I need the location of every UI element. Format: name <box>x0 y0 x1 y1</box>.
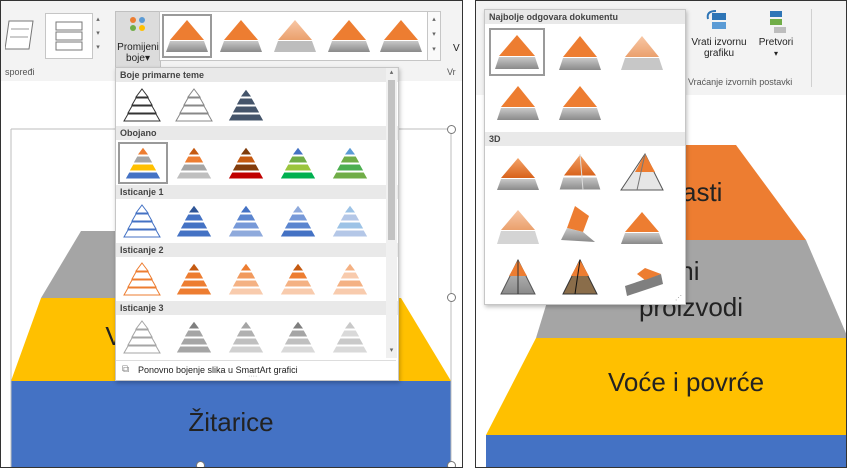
recolor-pictures-icon: ⧉ <box>122 364 130 375</box>
tier-label-orange: asti <box>682 177 723 207</box>
layout-thumb-1[interactable] <box>4 15 35 55</box>
layout-thumb-2[interactable] <box>45 13 93 59</box>
group-label-right: Vr <box>447 67 456 77</box>
style-option[interactable] <box>553 30 607 76</box>
style-thumb[interactable] <box>376 14 426 58</box>
style-thumb[interactable] <box>270 14 320 58</box>
selection-handle[interactable] <box>447 125 456 134</box>
color-option[interactable] <box>120 259 164 299</box>
reset-graphic-button[interactable]: Vrati izvornu grafiku <box>688 9 750 63</box>
color-option[interactable] <box>172 143 216 183</box>
convert-label: Pretvori ▾ <box>758 37 794 58</box>
color-option[interactable] <box>328 317 372 357</box>
scroll-down-arrow[interactable]: ▾ <box>386 346 397 356</box>
tier-label-blue: Žitarice <box>188 407 274 437</box>
color-option[interactable] <box>172 85 216 125</box>
color-option[interactable] <box>276 201 320 241</box>
style-thumb[interactable] <box>324 14 374 58</box>
chevron-down-icon: ▾ <box>144 53 150 64</box>
right-screenshot-panel: Vrati izvornu grafiku Pretvori ▾ Vraćanj… <box>475 0 847 468</box>
color-option[interactable] <box>276 259 320 299</box>
color-option[interactable] <box>224 143 268 183</box>
layout-gallery-scroll[interactable]: ▴ ▾ ▾ <box>93 13 103 57</box>
style-option[interactable] <box>615 256 669 302</box>
change-colors-button[interactable]: Promijeni boje▾ <box>115 11 161 69</box>
color-option[interactable] <box>172 259 216 299</box>
style-thumb[interactable] <box>162 14 212 58</box>
style-option[interactable] <box>553 80 607 126</box>
ribbon-cut-text: V <box>453 43 460 54</box>
style-option[interactable] <box>553 150 607 196</box>
ribbon-group-divider <box>811 9 812 87</box>
reset-graphic-icon <box>706 10 726 29</box>
group-label-layouts: spoređi <box>5 67 35 77</box>
style-option[interactable] <box>491 80 545 126</box>
selection-handle[interactable] <box>196 461 205 467</box>
section-header: Isticanje 2 <box>116 243 398 257</box>
selection-handle[interactable] <box>447 461 456 467</box>
convert-button[interactable]: Pretvori ▾ <box>752 9 800 63</box>
color-option[interactable] <box>120 85 164 125</box>
color-option[interactable] <box>276 143 320 183</box>
section-header: Najbolje odgovara dokumentu <box>485 10 685 24</box>
color-option[interactable] <box>118 142 168 184</box>
reset-graphic-label: Vrati izvornu grafiku <box>691 37 747 59</box>
style-option[interactable] <box>615 30 669 76</box>
scroll-up-arrow[interactable]: ▴ <box>386 68 397 78</box>
color-option[interactable] <box>276 317 320 357</box>
pyramid-blue-tier <box>486 435 846 467</box>
smartart-styles-gallery <box>159 11 429 61</box>
color-option[interactable] <box>120 201 164 241</box>
style-option[interactable] <box>491 150 545 196</box>
style-option[interactable] <box>553 202 607 250</box>
section-header: Isticanje 3 <box>116 301 398 315</box>
convert-icon <box>770 11 786 33</box>
color-option[interactable] <box>224 259 268 299</box>
color-option[interactable] <box>224 201 268 241</box>
palette-icon <box>130 17 145 31</box>
style-option[interactable] <box>553 256 607 302</box>
scroll-thumb[interactable] <box>388 80 395 240</box>
change-colors-dropdown: Boje primarne teme Obojano Isticanje 1 I… <box>115 67 399 381</box>
resize-grip[interactable]: ⋰ <box>675 294 682 302</box>
color-option[interactable] <box>120 317 164 357</box>
group-label-reset: Vraćanje izvornih postavki <box>688 77 793 87</box>
color-option[interactable] <box>172 201 216 241</box>
selection-handle[interactable] <box>447 293 456 302</box>
change-colors-label: Promijeni boje▾ <box>117 42 159 64</box>
color-option[interactable] <box>224 317 268 357</box>
dropdown-scrollbar[interactable]: ▴ ▾ <box>386 68 397 358</box>
section-header: 3D <box>485 132 685 146</box>
section-header: Obojano <box>116 126 398 140</box>
style-option[interactable] <box>491 204 545 250</box>
recolor-pictures-label: Ponovno bojenje slika u SmartArt grafici <box>138 365 298 375</box>
color-option[interactable] <box>328 259 372 299</box>
style-option[interactable] <box>615 150 669 196</box>
color-option[interactable] <box>172 317 216 357</box>
chevron-down-icon: ▾ <box>773 49 778 58</box>
color-option[interactable] <box>328 201 372 241</box>
color-option[interactable] <box>224 85 268 125</box>
style-thumb[interactable] <box>216 14 266 58</box>
style-option[interactable] <box>491 256 545 302</box>
styles-gallery-scroll[interactable]: ▴ ▾ ▾ <box>427 11 441 61</box>
resize-grip[interactable]: ···· <box>248 373 257 380</box>
section-header: Boje primarne teme <box>116 68 398 82</box>
color-option[interactable] <box>328 143 372 183</box>
tier-label-yellow: Voće i povrće <box>607 367 765 397</box>
left-screenshot-panel: ▴ ▾ ▾ spoređi Promijeni boje▾ ▴ ▾ ▾ Vr V… <box>0 0 463 468</box>
section-header: Isticanje 1 <box>116 185 398 199</box>
style-option[interactable] <box>615 204 669 250</box>
style-option[interactable] <box>489 28 545 76</box>
smartart-styles-dropdown: Najbolje odgovara dokumentu 3D ⋰ <box>484 9 686 305</box>
